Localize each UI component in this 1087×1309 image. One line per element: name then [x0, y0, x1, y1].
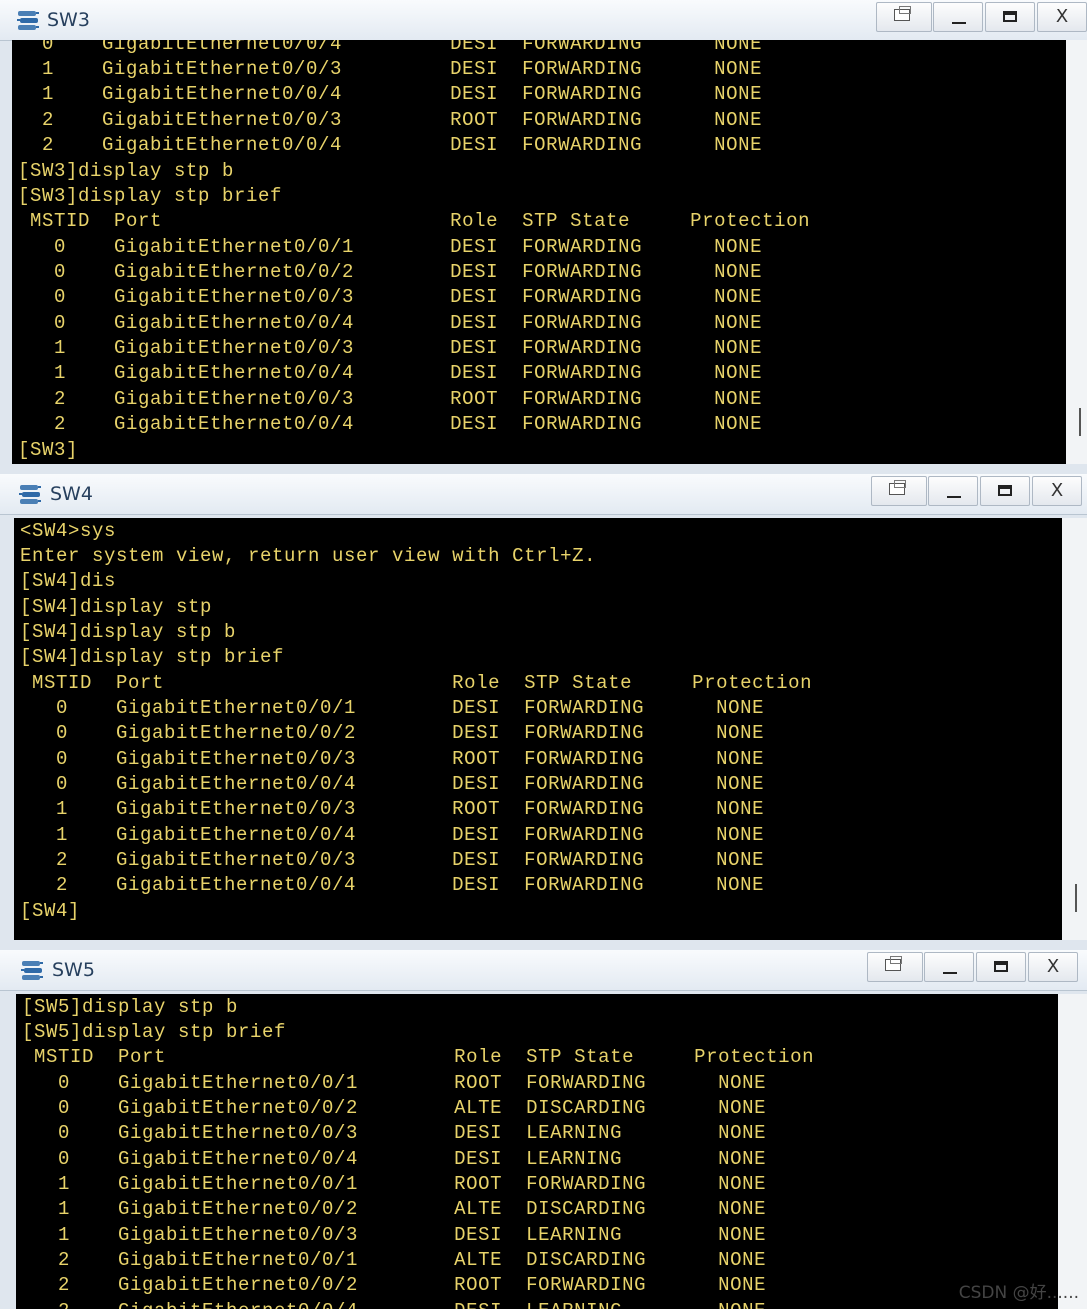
- terminal-line: [SW5]display stp b: [22, 996, 239, 1018]
- terminal-line: 1 GigabitEthernet0/0/2 ALTE DISCARDING N…: [22, 1198, 767, 1220]
- terminal-line: 2 GigabitEthernet0/0/4 DESI FORWARDING N…: [18, 413, 763, 435]
- terminal-line: 0 GigabitEthernet0/0/1 DESI FORWARDING N…: [20, 697, 765, 719]
- terminal-line: 0 GigabitEthernet0/0/1 DESI FORWARDING N…: [18, 236, 763, 258]
- terminal-line: 0 GigabitEthernet0/0/1 ROOT FORWARDING N…: [22, 1072, 767, 1094]
- terminal-line: [SW4]display stp: [20, 596, 213, 618]
- terminal-line: 0 GigabitEthernet0/0/4 DESI FORWARDING N…: [20, 773, 765, 795]
- close-button[interactable]: X: [1037, 2, 1087, 32]
- scrollbar-thumb[interactable]: [1079, 408, 1081, 436]
- terminal-line: [SW3]display stp brief: [18, 185, 283, 207]
- scrollbar[interactable]: [1062, 518, 1087, 940]
- terminal-line: 0 GigabitEthernet0/0/4 DESI FORWARDING N…: [18, 312, 763, 334]
- terminal-line: 2 GigabitEthernet0/0/1 ALTE DISCARDING N…: [22, 1249, 767, 1271]
- titlebar-sw4[interactable]: SW4 X: [0, 474, 1087, 515]
- terminal-line: <SW4>sys: [20, 520, 117, 542]
- terminal-line: 0 GigabitEthernet0/0/2 ALTE DISCARDING N…: [22, 1097, 767, 1119]
- titlebar-sw5[interactable]: SW5 X: [0, 950, 1087, 991]
- terminal-line: 0 GigabitEthernet0/0/2 DESI FORWARDING N…: [18, 261, 763, 283]
- terminal-line: 0 GigabitEthernet0/0/3 DESI FORWARDING N…: [18, 286, 763, 308]
- terminal-line: 1 GigabitEthernet0/0/1 ROOT FORWARDING N…: [22, 1173, 767, 1195]
- minimize-button[interactable]: [933, 2, 983, 32]
- scrollbar[interactable]: [1066, 40, 1087, 464]
- terminal-line: MSTID Port Role STP State Protection: [20, 672, 813, 694]
- watermark-text: CSDN @好......: [958, 1283, 1079, 1303]
- close-button[interactable]: X: [1028, 952, 1078, 982]
- terminal-console[interactable]: <SW4>sys Enter system view, return user …: [14, 518, 1062, 940]
- restore-panel-button[interactable]: [876, 2, 932, 32]
- terminal-line: 2 GigabitEthernet0/0/2 ROOT FORWARDING N…: [22, 1274, 767, 1296]
- terminal-line: 2 GigabitEthernet0/0/4 DESI FORWARDING N…: [18, 134, 763, 156]
- terminal-line: 1 GigabitEthernet0/0/3 ROOT FORWARDING N…: [20, 798, 765, 820]
- terminal-line: 0 GigabitEthernet0/0/2 DESI FORWARDING N…: [20, 722, 765, 744]
- switch-icon: [19, 485, 41, 504]
- terminal-console[interactable]: [SW5]display stp b [SW5]display stp brie…: [16, 994, 1058, 1309]
- terminal-line: 1 GigabitEthernet0/0/3 DESI LEARNING NON…: [22, 1224, 767, 1246]
- restore-panel-button[interactable]: [867, 952, 923, 982]
- close-button[interactable]: X: [1032, 476, 1082, 506]
- terminal-line: 0 GigabitEthernet0/0/4 DESI LEARNING NON…: [22, 1148, 767, 1170]
- terminal-line: [SW4]display stp brief: [20, 646, 285, 668]
- terminal-line: [SW4]: [20, 900, 81, 922]
- terminal-line: MSTID Port Role STP State Protection: [22, 1046, 815, 1068]
- titlebar-sw3[interactable]: SW3 X: [0, 0, 1087, 41]
- terminal-line: [SW3]display stp b: [18, 160, 235, 182]
- minimize-button[interactable]: [924, 952, 974, 982]
- maximize-button[interactable]: [980, 476, 1030, 506]
- window-title: SW5: [52, 959, 95, 981]
- scrollbar-thumb[interactable]: [1075, 884, 1077, 912]
- terminal-window-sw4: SW4 X <SW4>sys Enter system view, return…: [0, 474, 1087, 948]
- terminal-line: 1 GigabitEthernet0/0/4 DESI FORWARDING N…: [20, 824, 765, 846]
- terminal-line: 1 GigabitEthernet0/0/3 DESI FORWARDING N…: [18, 337, 763, 359]
- maximize-button[interactable]: [976, 952, 1026, 982]
- terminal-line: [SW3]: [18, 439, 79, 461]
- terminal-line: 2 GigabitEthernet0/0/3 DESI FORWARDING N…: [20, 849, 765, 871]
- terminal-line: 1 GigabitEthernet0/0/3 DESI FORWARDING N…: [18, 58, 763, 80]
- terminal-window-sw3: SW3 X 0 GigabitEthernet0/0/4 DESI FORWAR…: [0, 0, 1087, 470]
- switch-icon: [17, 11, 39, 30]
- terminal-line: [SW4]display stp b: [20, 621, 237, 643]
- terminal-line: 2 GigabitEthernet0/0/4 DESI LEARNING NON…: [22, 1299, 766, 1309]
- maximize-button[interactable]: [985, 2, 1035, 32]
- terminal-line: 1 GigabitEthernet0/0/4 DESI FORWARDING N…: [18, 83, 763, 105]
- terminal-line: [SW5]display stp brief: [22, 1021, 287, 1043]
- restore-panel-button[interactable]: [871, 476, 927, 506]
- terminal-line: [SW4]dis: [20, 570, 117, 592]
- terminal-line: 0 GigabitEthernet0/0/3 DESI LEARNING NON…: [22, 1122, 767, 1144]
- minimize-button[interactable]: [928, 476, 978, 506]
- switch-icon: [21, 961, 43, 980]
- terminal-line: Enter system view, return user view with…: [20, 545, 597, 567]
- window-title: SW3: [47, 9, 90, 31]
- terminal-line: 2 GigabitEthernet0/0/3 ROOT FORWARDING N…: [18, 388, 763, 410]
- terminal-window-sw5: SW5 X [SW5]display stp b [SW5]display st…: [0, 950, 1087, 1309]
- scrollbar[interactable]: [1058, 994, 1087, 1309]
- terminal-line: MSTID Port Role STP State Protection: [18, 210, 811, 232]
- terminal-line: 0 GigabitEthernet0/0/4 DESI FORWARDING N…: [18, 40, 763, 55]
- window-title: SW4: [50, 483, 93, 505]
- terminal-console[interactable]: 0 GigabitEthernet0/0/4 DESI FORWARDING N…: [12, 40, 1066, 464]
- terminal-line: 2 GigabitEthernet0/0/3 ROOT FORWARDING N…: [18, 109, 763, 131]
- terminal-line: 2 GigabitEthernet0/0/4 DESI FORWARDING N…: [20, 874, 765, 896]
- terminal-line: 1 GigabitEthernet0/0/4 DESI FORWARDING N…: [18, 362, 763, 384]
- terminal-line: 0 GigabitEthernet0/0/3 ROOT FORWARDING N…: [20, 748, 765, 770]
